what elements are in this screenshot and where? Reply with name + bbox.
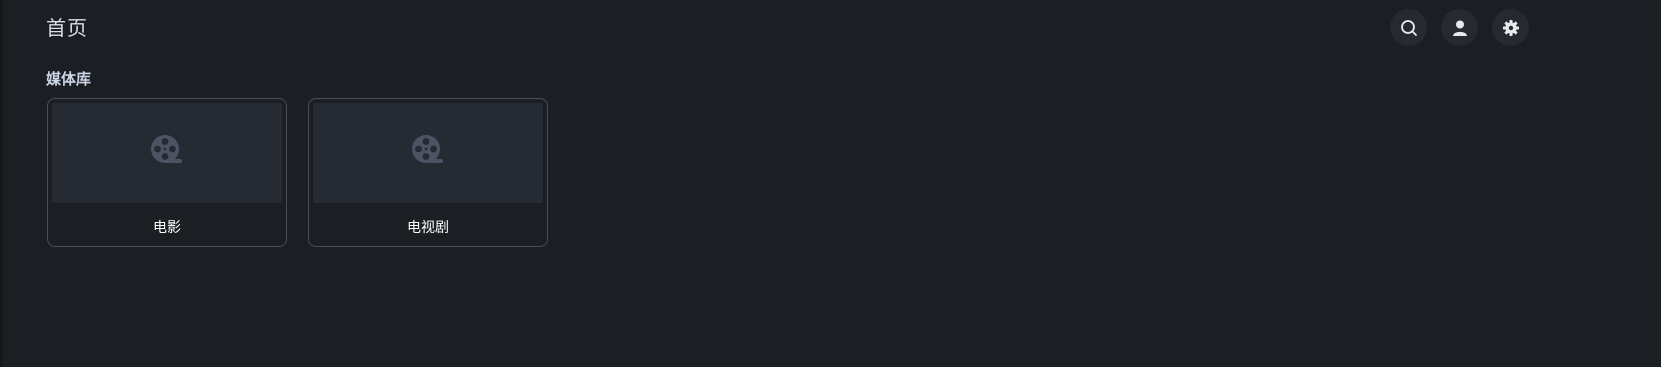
search-icon xyxy=(1400,19,1418,37)
card-thumbnail xyxy=(52,103,282,203)
library-grid: 电影 电视剧 xyxy=(47,98,548,247)
gear-icon xyxy=(1502,19,1520,37)
section-title-media-library: 媒体库 xyxy=(46,70,92,88)
user-button[interactable] xyxy=(1441,9,1478,46)
library-card-tv-series[interactable]: 电视剧 xyxy=(308,98,548,247)
card-thumbnail xyxy=(313,103,543,203)
library-card-label: 电视剧 xyxy=(407,220,449,236)
user-icon xyxy=(1451,19,1469,37)
library-card-movies[interactable]: 电影 xyxy=(47,98,287,247)
film-reel-icon xyxy=(150,134,184,172)
film-reel-icon xyxy=(411,134,445,172)
settings-button[interactable] xyxy=(1492,9,1529,46)
page-title: 首页 xyxy=(46,16,88,40)
header-actions xyxy=(1390,9,1529,46)
window-left-edge xyxy=(0,0,3,367)
search-button[interactable] xyxy=(1390,9,1427,46)
library-card-label: 电影 xyxy=(153,220,181,236)
